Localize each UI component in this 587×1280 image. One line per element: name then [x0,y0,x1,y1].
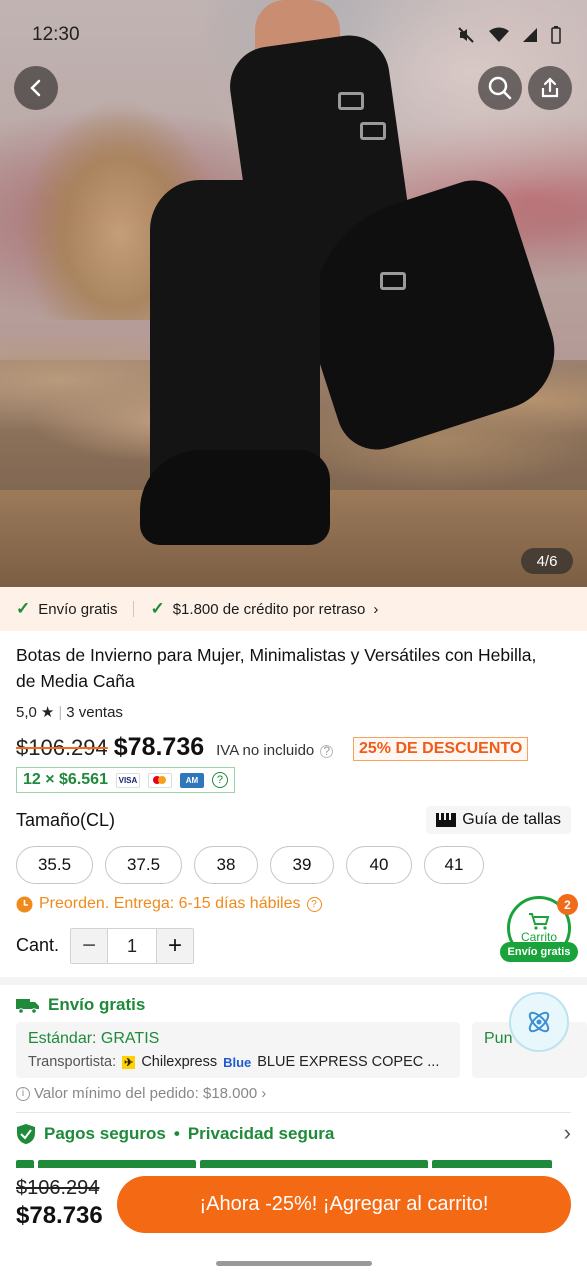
atom-icon [528,1011,550,1033]
carrier-name: BLUE EXPRESS COPEC ... [257,1054,440,1070]
carrier-row: Transportista: ✈ Chilexpress Blue BLUE E… [28,1054,448,1070]
info-icon: i [16,1086,30,1101]
back-button[interactable] [14,66,58,110]
amex-icon: AM [179,772,204,788]
add-to-cart-button[interactable]: ¡Ahora -25%! ¡Agregar al carrito! [117,1176,571,1233]
benefits-bar: ✓ Envío gratis ✓ $1.800 de crédito por r… [0,587,587,631]
section-divider [0,977,587,985]
shipping-header-label: Envío gratis [48,995,146,1014]
divider [16,1112,571,1113]
divider [133,601,135,617]
shipping-header[interactable]: Envío gratis [16,995,145,1015]
buckle [338,92,364,110]
star-icon: ★ [40,704,55,721]
help-icon[interactable]: ? [306,896,322,912]
preorder-text: Preorden. Entrega: 6-15 días hábiles [39,895,301,912]
shield-check-icon [17,1124,35,1144]
visa-icon: VISA [115,772,140,788]
buckle [380,272,406,290]
old-price: $106.294 [16,735,108,760]
secure-payments-row[interactable]: Pagos seguros • Privacidad segura [16,1123,334,1145]
product-image[interactable]: 12:30 4/6 [0,0,587,587]
rating-row[interactable]: 5,0 ★ | 3 ventas [16,703,123,722]
divider: | [58,703,63,721]
search-button[interactable] [478,66,522,110]
carrier-label: Transportista: [28,1054,117,1070]
truck-icon [16,999,39,1014]
cart-free-shipping-badge: Envío gratis [500,942,578,962]
installments-text: 12 × $6.561 [23,771,108,788]
chevron-right-icon[interactable]: › [564,1120,571,1146]
secure-payments-label: Pagos seguros [44,1124,166,1143]
min-order-text: Valor mínimo del pedido: $18.000 [34,1085,258,1102]
size-options: 35.5 37.5 38 39 40 41 [16,846,484,884]
product-title: Botas de Invierno para Mujer, Minimalist… [16,645,537,691]
blue-express-logo-icon: Blue [223,1054,252,1070]
quantity-stepper: − 1 + [70,928,194,964]
size-option[interactable]: 40 [346,846,412,884]
sales-count: 3 ventas [66,703,123,721]
discount-badge: 25% DE DESCUENTO [353,737,529,761]
bottom-old-price: $106.294 [16,1177,100,1199]
clock-icon [16,896,33,912]
size-option[interactable]: 39 [270,846,334,884]
installments-row[interactable]: 12 × $6.561 VISA AM ? [16,767,235,793]
iva-note: IVA no incluido [216,742,315,759]
size-option[interactable]: 37.5 [105,846,182,884]
size-option[interactable]: 35.5 [16,846,93,884]
chilexpress-logo-icon: ✈ [122,1055,136,1069]
status-time: 12:30 [32,24,80,45]
mute-icon [458,27,474,43]
bullet: • [173,1124,180,1143]
cart-icon [529,913,550,930]
size-guide-label: Guía de tallas [462,811,561,828]
mastercard-icon [147,772,172,788]
preorder-notice[interactable]: Preorden. Entrega: 6-15 días hábiles ? [16,895,322,913]
home-indicator[interactable] [216,1261,372,1266]
chevron-right-icon: › [373,600,379,618]
help-icon[interactable]: ? [211,772,228,788]
image-counter: 4/6 [521,548,573,574]
price-row: $106.294 $78.736 IVA no incluido ? [16,733,334,762]
free-shipping-label: Envío gratis [38,600,118,618]
assistant-button[interactable] [509,992,569,1052]
increment-button[interactable]: + [157,929,193,963]
chevron-right-icon: › [261,1085,267,1102]
privacy-label: Privacidad segura [187,1124,335,1143]
decrement-button[interactable]: − [71,929,107,963]
help-icon[interactable]: ? [320,744,334,758]
battery-icon [551,26,561,44]
share-button[interactable] [528,66,572,110]
check-icon: ✓ [16,599,31,618]
status-icons [457,26,561,44]
current-price: $78.736 [113,733,205,761]
carrier-name: Chilexpress [141,1054,218,1070]
signal-icon [523,28,537,42]
cart-count-badge: 2 [557,894,578,915]
bottom-current-price: $78.736 [16,1202,103,1229]
ruler-icon [436,813,457,827]
quantity-value[interactable]: 1 [107,929,157,963]
chevron-left-icon [30,79,41,97]
quantity-label: Cant. [16,935,60,955]
pickup-label: Pun [484,1030,513,1047]
check-icon: ✓ [150,599,165,618]
shipping-standard-label: Estándar: GRATIS [28,1030,160,1047]
rating-value: 5,0 [16,703,37,721]
size-guide-button[interactable]: Guía de tallas [426,806,571,834]
size-label: Tamaño(CL) [16,810,116,830]
min-order-link[interactable]: i Valor mínimo del pedido: $18.000 › [16,1085,266,1102]
share-icon [541,77,559,98]
shipping-option-standard[interactable]: Estándar: GRATIS Transportista: ✈ Chilex… [16,1022,460,1078]
buckle [360,122,386,140]
size-option[interactable]: 38 [194,846,258,884]
delay-credit-link[interactable]: $1.800 de crédito por retraso [173,601,366,618]
search-icon [488,76,512,100]
size-option[interactable]: 41 [424,846,484,884]
wifi-icon [489,27,509,42]
boot-left-sole [140,450,330,545]
